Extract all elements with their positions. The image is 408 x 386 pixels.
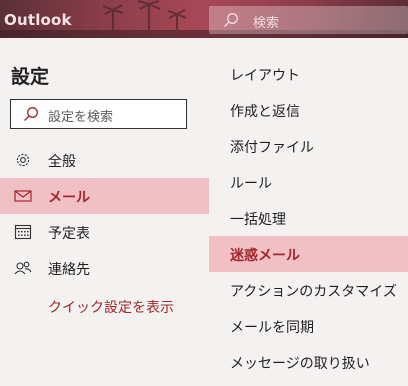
nav-item-label: 全般 xyxy=(48,154,76,170)
settings-search-input[interactable]: 設定を検索 xyxy=(10,99,187,129)
nav-item-calendar[interactable]: 予定表 xyxy=(0,214,209,250)
global-search-label: 検索 xyxy=(253,16,280,31)
subnav-item-label: メールを同期 xyxy=(230,320,314,336)
gear-icon xyxy=(16,153,30,167)
mail-icon xyxy=(14,190,32,202)
subnav-item-label: 迷惑メール xyxy=(230,248,300,264)
subnav-item-attachments[interactable]: 添付ファイル xyxy=(209,128,408,164)
nav-item-general[interactable]: 全般 xyxy=(0,142,209,178)
settings-title: 設定 xyxy=(11,66,50,88)
subnav-item-layout[interactable]: レイアウト xyxy=(209,56,408,92)
nav-item-label: 連絡先 xyxy=(48,262,90,278)
subnav-item-label: 一括処理 xyxy=(230,212,286,228)
nav-item-contacts[interactable]: 連絡先 xyxy=(0,250,209,286)
global-search-bar[interactable]: 検索 xyxy=(209,6,408,34)
settings-nav-pane: 設定 設定を検索 全般 メール 予定表 連絡先 クイック設定を表示 xyxy=(0,38,209,386)
subnav-item-compose-reply[interactable]: 作成と返信 xyxy=(209,92,408,128)
subnav-item-label: ルール xyxy=(230,176,272,192)
subnav-item-junk-email[interactable]: 迷惑メール xyxy=(209,236,408,272)
top-header: Outlook 検索 xyxy=(0,0,408,38)
people-icon xyxy=(14,261,32,275)
subnav-item-label: メッセージの取り扱い xyxy=(230,356,370,372)
subnav-item-label: レイアウト xyxy=(230,68,300,84)
subnav-item-message-handling[interactable]: メッセージの取り扱い xyxy=(209,344,408,380)
settings-search-placeholder: 設定を検索 xyxy=(48,110,114,125)
subnav-item-rules[interactable]: ルール xyxy=(209,164,408,200)
search-icon xyxy=(224,13,238,27)
subnav-item-label: アクションのカスタマイズ xyxy=(230,284,397,300)
calendar-icon xyxy=(14,224,32,240)
subnav-item-sync-email[interactable]: メールを同期 xyxy=(209,308,408,344)
nav-item-label: メール xyxy=(48,190,90,206)
nav-item-label: 予定表 xyxy=(48,226,90,242)
subnav-item-sweep[interactable]: 一括処理 xyxy=(209,200,408,236)
app-title[interactable]: Outlook xyxy=(4,11,72,29)
mail-settings-subnav: レイアウト 作成と返信 添付ファイル ルール 一括処理 迷惑メール アクションの… xyxy=(209,38,408,386)
search-icon xyxy=(24,107,38,121)
subnav-item-label: 添付ファイル xyxy=(230,140,314,156)
subnav-item-label: 作成と返信 xyxy=(230,104,300,120)
nav-item-mail[interactable]: メール xyxy=(0,178,209,214)
subnav-item-customize-actions[interactable]: アクションのカスタマイズ xyxy=(209,272,408,308)
quick-settings-link[interactable]: クイック設定を表示 xyxy=(48,297,174,317)
